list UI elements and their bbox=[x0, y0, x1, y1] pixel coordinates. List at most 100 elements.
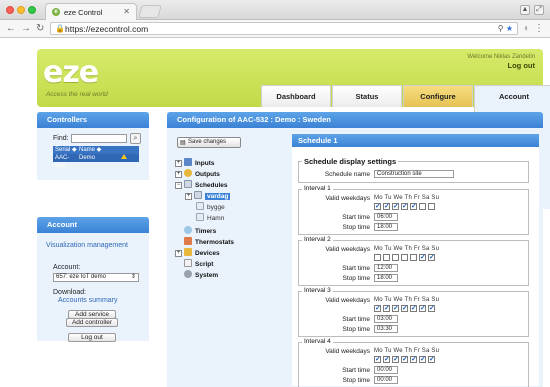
start-time-label: Start time bbox=[342, 265, 370, 272]
table-row[interactable]: AAC-532 Demo bbox=[53, 154, 139, 169]
expand-icon[interactable]: + bbox=[175, 250, 182, 257]
stop-time-input[interactable]: 18:00 bbox=[374, 274, 398, 282]
eze-logo[interactable]: eze bbox=[43, 55, 99, 90]
extension-icon[interactable]: ◐ bbox=[524, 23, 530, 35]
weekday-checkbox[interactable]: ✓ bbox=[410, 305, 417, 312]
schedule-icon bbox=[196, 202, 204, 210]
tree-item-devices[interactable]: + Devices bbox=[175, 248, 220, 258]
nav-configure[interactable]: Configure bbox=[403, 85, 473, 107]
search-icon[interactable]: ⌕ bbox=[130, 133, 141, 144]
stop-time-input[interactable]: 18:00 bbox=[374, 223, 398, 231]
expand-icon[interactable]: + bbox=[185, 193, 192, 200]
tree-item-outputs[interactable]: + Outputs bbox=[175, 169, 220, 179]
weekday-checkbox[interactable] bbox=[410, 254, 417, 261]
browser-tab[interactable]: e eze Control ✕ bbox=[45, 3, 137, 20]
expand-icon[interactable]: + bbox=[175, 171, 182, 178]
page-content: eze Access the real world Welcome Niklas… bbox=[0, 39, 550, 387]
weekday-checkbox[interactable]: ✓ bbox=[410, 203, 417, 210]
fullscreen-icon[interactable]: ⤢ bbox=[534, 5, 544, 15]
tree-item-inputs[interactable]: + Inputs bbox=[175, 158, 215, 168]
find-input[interactable] bbox=[71, 134, 127, 143]
tree-item-system[interactable]: System bbox=[184, 270, 218, 280]
weekday-checkbox[interactable]: ✓ bbox=[428, 356, 435, 363]
start-time-input[interactable]: 12:00 bbox=[374, 264, 398, 272]
expand-icon[interactable]: + bbox=[175, 160, 182, 167]
weekday-header: Mo Tu We Th Fr Sa Su bbox=[374, 297, 440, 303]
logout-button[interactable]: Log out bbox=[68, 333, 116, 342]
nav-dashboard[interactable]: Dashboard bbox=[261, 85, 331, 107]
column-serial[interactable]: Serial ◆ bbox=[53, 146, 77, 154]
weekday-checkbox[interactable] bbox=[419, 203, 426, 210]
weekday-checkbox[interactable] bbox=[401, 254, 408, 261]
timer-icon bbox=[184, 226, 192, 234]
browser-menu-icon[interactable]: ⋮ bbox=[534, 23, 544, 34]
maximize-window-button[interactable] bbox=[28, 6, 36, 14]
weekday-checkbox[interactable]: ✓ bbox=[374, 356, 381, 363]
bookmark-star-icon[interactable]: ⚲ ★ bbox=[498, 24, 513, 33]
new-tab-button[interactable] bbox=[138, 5, 162, 18]
column-name[interactable]: Name ◆ bbox=[77, 146, 117, 154]
weekday-checkbox[interactable]: ✓ bbox=[419, 356, 426, 363]
tree-item-vardag[interactable]: + vardag bbox=[185, 191, 231, 201]
weekday-checkbox[interactable] bbox=[428, 203, 435, 210]
weekday-header: Mo Tu We Th Fr Sa Su bbox=[374, 348, 440, 354]
logo-tagline: Access the real world bbox=[46, 91, 108, 98]
account-select[interactable]: 657: eze IoT demo ⇕ bbox=[53, 273, 139, 282]
tree-item-hamn[interactable]: Hamn bbox=[196, 213, 224, 223]
tree-item-thermostats[interactable]: Thermostats bbox=[184, 237, 234, 247]
nav-status[interactable]: Status bbox=[332, 85, 402, 107]
weekday-checkbox[interactable]: ✓ bbox=[401, 305, 408, 312]
tab-title: eze Control bbox=[64, 8, 103, 17]
collapse-icon[interactable]: − bbox=[175, 182, 182, 189]
weekday-checkbox[interactable]: ✓ bbox=[428, 254, 435, 261]
start-time-input[interactable]: 00:00 bbox=[374, 366, 398, 374]
weekday-checkbox[interactable]: ✓ bbox=[419, 305, 426, 312]
script-icon bbox=[184, 259, 192, 267]
visualization-management-link[interactable]: Visualization management bbox=[46, 242, 128, 249]
save-changes-label: Save changes bbox=[188, 139, 227, 145]
interval-fieldset: Interval 3 Valid weekdays Mo Tu We Th Fr S… bbox=[298, 287, 529, 337]
weekday-checkbox[interactable]: ✓ bbox=[374, 203, 381, 210]
stop-time-input[interactable]: 00:00 bbox=[374, 376, 398, 384]
tree-item-script[interactable]: Script bbox=[184, 259, 213, 269]
accounts-summary-link[interactable]: Accounts summary bbox=[58, 297, 118, 304]
profile-icon[interactable]: ▲ bbox=[520, 5, 530, 15]
weekday-checkbox[interactable]: ✓ bbox=[428, 305, 435, 312]
tree-item-bygge[interactable]: bygge bbox=[196, 202, 225, 212]
weekday-checkbox[interactable]: ✓ bbox=[392, 305, 399, 312]
weekday-checkbox[interactable]: ✓ bbox=[392, 203, 399, 210]
tree-item-schedules[interactable]: − Schedules bbox=[175, 180, 228, 190]
forward-arrow-icon[interactable]: → bbox=[21, 23, 31, 35]
weekday-checkbox[interactable]: ✓ bbox=[401, 203, 408, 210]
start-time-input[interactable]: 03:00 bbox=[374, 315, 398, 323]
reload-icon[interactable]: ↻ bbox=[36, 23, 44, 35]
start-time-input[interactable]: 06:00 bbox=[374, 213, 398, 221]
interval-legend: Interval 1 bbox=[302, 185, 333, 192]
stop-time-input[interactable]: 03:30 bbox=[374, 325, 398, 333]
stop-time-label: Stop time bbox=[342, 377, 370, 384]
weekday-checkbox[interactable]: ✓ bbox=[383, 305, 390, 312]
close-window-button[interactable] bbox=[6, 6, 14, 14]
weekday-checkbox[interactable]: ✓ bbox=[410, 356, 417, 363]
weekday-checkbox[interactable]: ✓ bbox=[419, 254, 426, 261]
save-changes-button[interactable]: ▤ Save changes bbox=[177, 137, 241, 148]
tree-item-timers[interactable]: Timers bbox=[184, 226, 216, 236]
address-bar[interactable]: 🔒 https://ezecontrol.com ⚲ ★ bbox=[50, 22, 518, 35]
header-logout-link[interactable]: Log out bbox=[508, 61, 536, 70]
minimize-window-button[interactable] bbox=[17, 6, 25, 14]
back-arrow-icon[interactable]: ← bbox=[6, 23, 16, 35]
weekday-checkbox[interactable] bbox=[383, 254, 390, 261]
select-arrows-icon: ⇕ bbox=[130, 274, 136, 280]
weekday-checkbox[interactable]: ✓ bbox=[392, 356, 399, 363]
weekday-checkbox[interactable] bbox=[374, 254, 381, 261]
weekday-checkbox[interactable]: ✓ bbox=[383, 356, 390, 363]
weekday-checkbox[interactable]: ✓ bbox=[383, 203, 390, 210]
weekday-checkbox[interactable]: ✓ bbox=[401, 356, 408, 363]
schedule-name-input[interactable]: Construction site bbox=[374, 170, 454, 178]
weekday-checkbox[interactable] bbox=[392, 254, 399, 261]
close-tab-icon[interactable]: ✕ bbox=[123, 7, 130, 16]
weekday-checkbox[interactable]: ✓ bbox=[374, 305, 381, 312]
add-controller-button[interactable]: Add controller bbox=[66, 318, 118, 327]
download-label: Download: bbox=[53, 289, 87, 296]
interval-legend: Interval 2 bbox=[302, 236, 333, 243]
